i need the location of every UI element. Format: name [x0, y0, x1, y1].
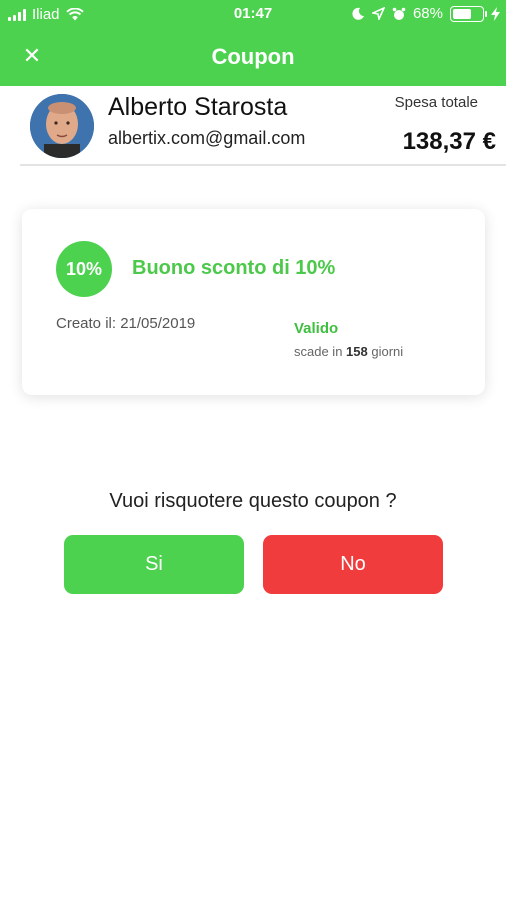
location-arrow-icon [371, 7, 385, 20]
user-email: albertix.com@gmail.com [108, 128, 306, 148]
total-spent-label: Spesa totale [394, 94, 478, 111]
coupon-title: Buono sconto di 10% [132, 257, 336, 279]
coupon-expiry: scade in 158 giorni [294, 344, 403, 359]
expiry-suffix: giorni [371, 344, 404, 359]
moon-icon [352, 7, 364, 20]
coupon-created-date: Creato il: 21/05/2019 [56, 315, 196, 332]
coupon-status: Valido [294, 320, 339, 337]
no-button[interactable]: No [263, 535, 443, 594]
battery-percent: 68% [412, 5, 443, 22]
page-title: Coupon [211, 44, 295, 69]
status-bar: Iliad 01:47 68% [0, 0, 506, 30]
expiry-prefix: scade in [294, 344, 343, 359]
user-summary: Alberto Starosta albertix.com@gmail.com … [20, 86, 506, 166]
yes-button[interactable]: Si [64, 535, 244, 594]
status-right: 68% [352, 5, 500, 22]
redeem-question: Vuoi risquotere questo coupon ? [109, 490, 397, 512]
user-name: Alberto Starosta [108, 93, 288, 121]
discount-badge: 10% [56, 241, 112, 297]
charging-bolt-icon [491, 6, 500, 21]
coupon-card: 10% Buono sconto di 10% Creato il: 21/05… [22, 209, 485, 395]
alarm-icon [392, 7, 406, 20]
battery-fill [453, 8, 471, 19]
expiry-days: 158 [346, 344, 368, 359]
app-header: Iliad 01:47 68% ✕ Coupon [0, 0, 506, 86]
avatar [30, 94, 94, 158]
total-spent-value: 138,37 € [402, 128, 496, 155]
battery-icon [450, 5, 487, 22]
